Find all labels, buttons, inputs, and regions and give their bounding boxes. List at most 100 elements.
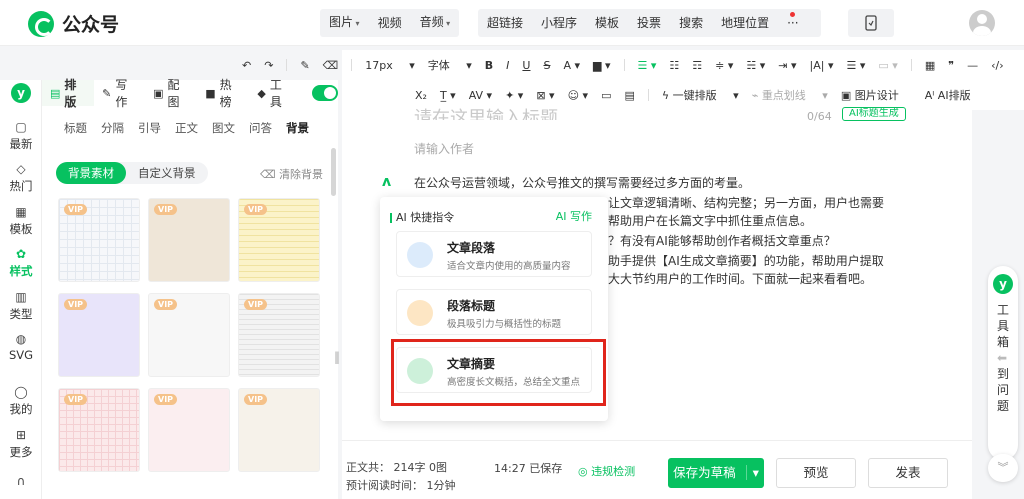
clear-background-button[interactable]: ⌫ 清除背景: [260, 166, 323, 182]
menu-location[interactable]: 地理位置: [712, 9, 778, 37]
tab-writing[interactable]: ✎ 写作: [94, 78, 145, 109]
indent-first-icon[interactable]: ⇥ ▾: [778, 59, 796, 72]
subtab-body[interactable]: 正文: [175, 120, 198, 136]
subscript-icon[interactable]: X₂: [415, 89, 427, 102]
panel-toggle[interactable]: [311, 85, 338, 101]
text-style-icon[interactable]: T̲ ▾: [440, 89, 456, 102]
background-tile[interactable]: VIP: [58, 388, 140, 472]
to-question-label[interactable]: 到问题: [997, 366, 1011, 414]
mobile-preview-button[interactable]: [848, 9, 894, 37]
background-color-icon[interactable]: ▆ ▾: [593, 59, 610, 72]
subtab-qa[interactable]: 问答: [249, 120, 272, 136]
background-tile[interactable]: VIP: [238, 388, 320, 472]
letter-spacing-icon[interactable]: |A| ▾: [810, 59, 834, 72]
ai-layout-button[interactable]: Aᴵ AI排版: [925, 87, 984, 103]
menu-vote[interactable]: 投票: [628, 9, 670, 37]
panel-scrollbar[interactable]: [331, 148, 336, 196]
chart-icon[interactable]: ⊠ ▾: [536, 89, 554, 102]
divider-icon[interactable]: —: [967, 59, 978, 72]
quote-icon[interactable]: ❞: [948, 59, 954, 72]
author-input[interactable]: 请输入作者: [414, 140, 474, 157]
table-icon[interactable]: ▦: [925, 59, 935, 72]
bold-icon[interactable]: B: [485, 59, 493, 72]
chevron-down-icon[interactable]: ▾: [745, 465, 759, 480]
subtab-guide[interactable]: 引导: [138, 120, 161, 136]
background-tile[interactable]: VIP: [238, 198, 320, 282]
more-menu[interactable]: ···: [778, 9, 820, 37]
ai-title-button[interactable]: AI标题生成: [842, 107, 906, 121]
list-icon[interactable]: ☰ ▾: [847, 59, 866, 72]
rail-badge[interactable]: y: [0, 80, 42, 106]
background-tile[interactable]: VIP: [238, 293, 320, 377]
body-line[interactable]: 大大节约用户的工作时间。下面就一起来看看吧。: [608, 270, 872, 287]
code-icon[interactable]: ‹/›: [991, 59, 1004, 72]
body-line[interactable]: 帮助用户在长篇文字中抓住重点信息。: [608, 212, 812, 229]
body-line[interactable]: 助手提供【AI生成文章摘要】的功能，帮助用户提取: [608, 252, 884, 269]
menu-hyperlink[interactable]: 超链接: [478, 9, 532, 37]
emoji-icon[interactable]: ☺ ▾: [568, 89, 589, 102]
italic-icon[interactable]: I: [506, 59, 509, 72]
menu-image[interactable]: 图片 ▾: [320, 8, 369, 38]
ai-card-paragraph[interactable]: 文章段落 适合文章内使用的高质量内容: [396, 231, 592, 277]
tab-tools[interactable]: ◆ 工具: [249, 78, 299, 109]
title-input[interactable]: 请在这里输入标题: [414, 104, 558, 120]
indent-icon[interactable]: ☷: [669, 59, 679, 72]
menu-mini-program[interactable]: 小程序: [532, 9, 586, 37]
outdent-icon[interactable]: ☶: [692, 59, 702, 72]
brand-icon[interactable]: y: [993, 274, 1013, 294]
font-color-icon[interactable]: A ▾: [563, 59, 580, 72]
rail-item-template[interactable]: ▦ 模板: [0, 205, 42, 237]
subtab-background[interactable]: 背景: [286, 120, 309, 136]
toolbox-label[interactable]: 工具箱: [997, 302, 1011, 350]
body-line[interactable]: 让文章逻辑清晰、结构完整；另一方面，用户也需要: [608, 194, 884, 211]
user-avatar[interactable]: [969, 10, 995, 36]
subtab-title[interactable]: 标题: [64, 120, 87, 136]
rail-item-style[interactable]: ✿ 样式: [0, 247, 42, 279]
tab-hot-list[interactable]: ■ 热榜: [197, 78, 249, 109]
image-design-button[interactable]: ▣ 图片设计: [841, 87, 912, 103]
menu-audio[interactable]: 音频 ▾: [411, 8, 460, 38]
subtab-divider[interactable]: 分隔: [101, 120, 124, 136]
menu-search[interactable]: 搜索: [670, 9, 712, 37]
highlight-line-button[interactable]: ⌁ 重点划线 ▾: [752, 87, 828, 103]
font-size-select[interactable]: 17px ▾: [365, 59, 415, 72]
violation-check-button[interactable]: ◎ 违规检测: [578, 463, 635, 479]
logo[interactable]: 公众号: [28, 10, 119, 37]
float-icon[interactable]: ▭ ▾: [878, 59, 897, 72]
font-family-select[interactable]: 字体 ▾: [428, 57, 472, 73]
background-tile[interactable]: VIP: [148, 388, 230, 472]
body-line[interactable]: ？有没有AI能够帮助创作者概括文章重点？: [608, 232, 836, 249]
one-click-layout-button[interactable]: ϟ 一键排版 ▾: [662, 87, 739, 103]
segment-custom[interactable]: 自定义背景: [126, 162, 208, 184]
body-line[interactable]: 在公众号运营领域，公众号推文的撰写需要经过多方面的考量。: [414, 174, 750, 191]
rail-item-more[interactable]: ⊞ 更多: [0, 428, 42, 460]
save-draft-button[interactable]: 保存为草稿 ▾: [668, 458, 764, 488]
rail-item-type[interactable]: ▥ 类型: [0, 290, 42, 322]
char-spacing-icon[interactable]: AV ▾: [469, 89, 492, 102]
subtab-image-text[interactable]: 图文: [212, 120, 235, 136]
tab-layout[interactable]: ▤ 排版: [42, 78, 95, 109]
format-painter-icon[interactable]: ✎: [300, 59, 309, 72]
html-icon[interactable]: ▭: [601, 89, 611, 102]
headset-icon[interactable]: ∩: [0, 474, 42, 490]
ai-card-heading[interactable]: 段落标题 极具吸引力与概括性的标题: [396, 289, 592, 335]
background-tile[interactable]: VIP: [58, 198, 140, 282]
chevron-double-down-icon[interactable]: ︾: [988, 454, 1018, 482]
redo-icon[interactable]: ↷: [264, 59, 273, 72]
rail-item-svg[interactable]: ◍ SVG: [0, 332, 42, 362]
segment-material[interactable]: 背景素材: [56, 162, 126, 184]
rail-item-latest[interactable]: ▢ 最新: [0, 120, 42, 152]
ai-write-link[interactable]: AI 写作: [556, 208, 592, 224]
paragraph-spacing-icon[interactable]: ☵ ▾: [746, 59, 765, 72]
tab-illustration[interactable]: ▣ 配图: [145, 78, 197, 109]
preview-button[interactable]: 预览: [776, 458, 856, 488]
magic-icon[interactable]: ✦ ▾: [505, 89, 523, 102]
background-tile[interactable]: VIP: [58, 293, 140, 377]
rail-item-hot[interactable]: ◇ 热门: [0, 162, 42, 194]
underline-icon[interactable]: U: [522, 59, 530, 72]
strikethrough-icon[interactable]: S: [543, 59, 550, 72]
menu-video[interactable]: 视频: [369, 9, 411, 37]
line-height-icon[interactable]: ≑ ▾: [715, 59, 733, 72]
background-tile[interactable]: VIP: [148, 198, 230, 282]
toolbox-icon[interactable]: ▤: [624, 89, 634, 102]
